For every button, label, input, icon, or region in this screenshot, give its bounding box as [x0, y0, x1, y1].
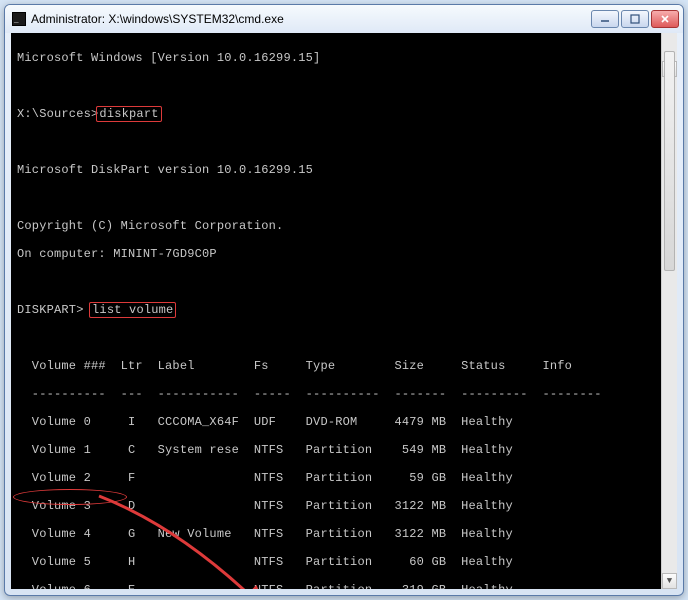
title-bar[interactable]: _ Administrator: X:\windows\SYSTEM32\cmd…	[5, 5, 683, 33]
console-line: On computer: MININT-7GD9C0P	[17, 247, 671, 261]
console-line: X:\Sources>diskpart	[17, 107, 671, 121]
table-row: Volume 6 E NTFS Partition 319 GB Healthy	[17, 583, 671, 589]
table-divider: ---------- --- ----------- ----- -------…	[17, 387, 671, 401]
table-row: Volume 1 C System rese NTFS Partition 54…	[17, 443, 671, 457]
console-surface[interactable]: Microsoft Windows [Version 10.0.16299.15…	[11, 33, 677, 589]
table-row: Volume 4 G New Volume NTFS Partition 312…	[17, 527, 671, 541]
cmd-icon: _	[11, 11, 27, 27]
prompt: DISKPART>	[17, 303, 84, 317]
table-row: Volume 2 F NTFS Partition 59 GB Healthy	[17, 471, 671, 485]
scroll-thumb[interactable]	[664, 51, 675, 271]
console-line: Microsoft Windows [Version 10.0.16299.15…	[17, 51, 671, 65]
console-line	[17, 79, 671, 93]
console-line	[17, 331, 671, 345]
console-line	[17, 275, 671, 289]
maximize-button[interactable]	[621, 10, 649, 28]
table-row: Volume 3 D NTFS Partition 3122 MB Health…	[17, 499, 671, 513]
svg-text:_: _	[13, 14, 19, 24]
prompt: X:\Sources>	[17, 107, 98, 121]
minimize-button[interactable]	[591, 10, 619, 28]
annotation-box: list volume	[89, 302, 176, 318]
window-title: Administrator: X:\windows\SYSTEM32\cmd.e…	[31, 12, 589, 26]
console-line	[17, 135, 671, 149]
scroll-down-button[interactable]: ▼	[662, 573, 677, 589]
table-header: Volume ### Ltr Label Fs Type Size Status…	[17, 359, 671, 373]
table-row: Volume 5 H NTFS Partition 60 GB Healthy	[17, 555, 671, 569]
app-window: _ Administrator: X:\windows\SYSTEM32\cmd…	[4, 4, 684, 596]
console-line: DISKPART> list volume	[17, 303, 671, 317]
console-line: Copyright (C) Microsoft Corporation.	[17, 219, 671, 233]
console-line	[17, 191, 671, 205]
vertical-scrollbar[interactable]: ▲ ▼	[661, 33, 677, 589]
close-button[interactable]	[651, 10, 679, 28]
table-row: Volume 0 I CCCOMA_X64F UDF DVD-ROM 4479 …	[17, 415, 671, 429]
console-line: Microsoft DiskPart version 10.0.16299.15	[17, 163, 671, 177]
annotation-box: diskpart	[96, 106, 161, 122]
